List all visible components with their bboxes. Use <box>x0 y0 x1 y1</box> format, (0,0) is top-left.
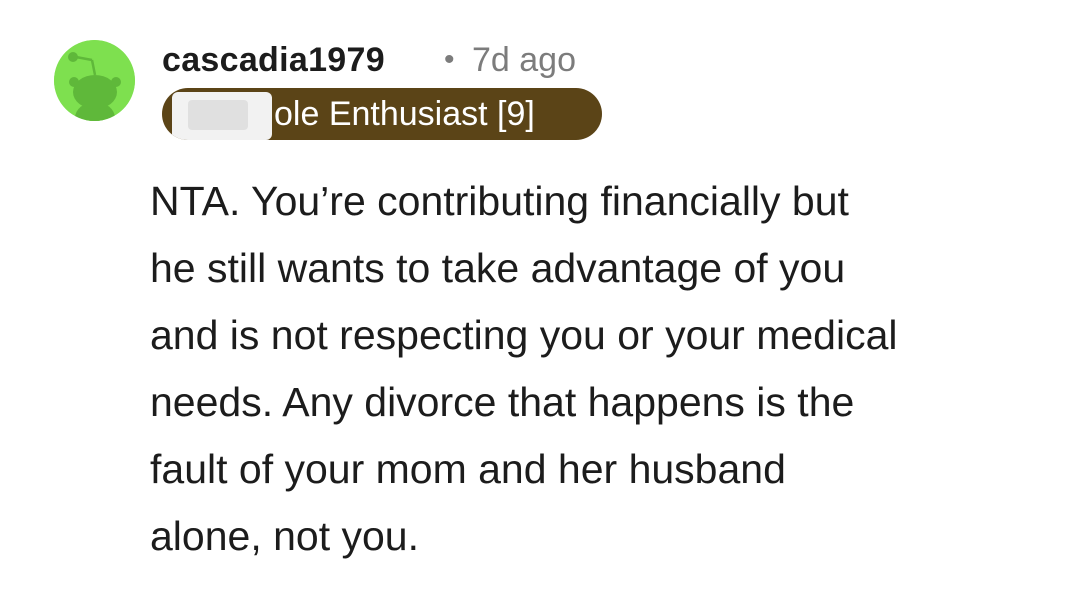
username-link[interactable]: cascadia1979 <box>162 40 385 80</box>
flair-obscured-region <box>172 92 272 140</box>
comment-line: fault of your mom and her husband <box>150 446 786 492</box>
user-flair-badge: ole Enthusiast [9] <box>162 88 602 140</box>
comment-line: alone, not you. <box>150 513 419 559</box>
flair-label: ole Enthusiast [9] <box>274 95 535 133</box>
comment-line: he still wants to take advantage of you <box>150 245 846 291</box>
comment-body: NTA. You’re contributing financially but… <box>150 168 1050 570</box>
comment-line: NTA. You’re contributing financially but <box>150 178 849 224</box>
separator-dot: • <box>444 43 455 76</box>
comment-line: needs. Any divorce that happens is the <box>150 379 855 425</box>
snoo-avatar-icon[interactable] <box>54 40 135 121</box>
comment-line: and is not respecting you or your medica… <box>150 312 898 358</box>
comment-timestamp: 7d ago <box>472 41 576 79</box>
